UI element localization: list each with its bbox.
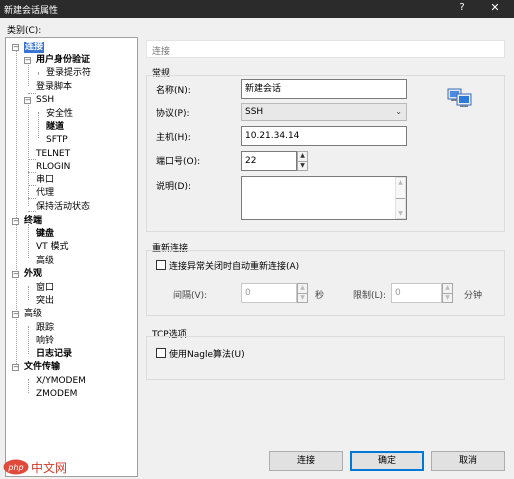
tree-expander-icon[interactable]: − bbox=[24, 97, 31, 104]
spin-up-icon[interactable]: ▲ bbox=[298, 284, 307, 293]
help-button[interactable]: ? bbox=[452, 2, 472, 13]
chevron-down-icon: ⌄ bbox=[395, 107, 402, 116]
tree-item-terminal-advanced[interactable]: 高级 bbox=[36, 256, 54, 267]
nagle-label: 使用Nagle算法(U) bbox=[169, 350, 245, 360]
spin-up-icon[interactable]: ▲ bbox=[298, 152, 307, 161]
tree-item-keepalive[interactable]: 保持活动状态 bbox=[36, 202, 90, 213]
tree-item-vt-mode[interactable]: VT 模式 bbox=[36, 242, 69, 253]
port-spinner[interactable]: ▲ ▼ bbox=[297, 151, 308, 171]
description-textarea[interactable] bbox=[241, 176, 407, 220]
tree-item-user-auth[interactable]: 用户身份验证 bbox=[36, 55, 90, 66]
cancel-button[interactable]: 取消 bbox=[431, 451, 505, 471]
host-input[interactable]: 10.21.34.14 bbox=[241, 126, 407, 146]
tree-item-highlight[interactable]: 突出 bbox=[36, 296, 54, 307]
tree-item-telnet[interactable]: TELNET bbox=[36, 149, 70, 160]
tree-item-window[interactable]: 窗口 bbox=[36, 283, 54, 294]
scroll-up-icon[interactable]: ▲ bbox=[396, 178, 405, 198]
auto-reconnect-label: 连接异常关闭时自动重新连接(A) bbox=[169, 262, 300, 272]
description-label: 说明(D): bbox=[156, 182, 191, 192]
php-logo-text: php bbox=[7, 463, 23, 472]
scroll-down-icon[interactable]: ▼ bbox=[396, 198, 405, 218]
tree-expander-icon[interactable]: − bbox=[12, 44, 19, 51]
connect-button[interactable]: 连接 bbox=[269, 451, 343, 471]
tree-item-serial[interactable]: 串口 bbox=[36, 175, 54, 186]
auto-reconnect-checkbox[interactable] bbox=[156, 260, 166, 270]
description-scrollbar[interactable]: ▲ ▼ bbox=[395, 177, 406, 219]
tree-item-connection[interactable]: 连接 bbox=[24, 42, 45, 53]
tree-item-advanced[interactable]: 高级 bbox=[24, 309, 42, 320]
limit-spinner[interactable]: ▲ ▼ bbox=[442, 283, 453, 303]
ok-button[interactable]: 确定 bbox=[350, 451, 424, 471]
interval-spinner[interactable]: ▲ ▼ bbox=[297, 283, 308, 303]
protocol-label: 协议(P): bbox=[156, 109, 190, 119]
section-header: 连接 bbox=[146, 40, 505, 58]
limit-input[interactable]: 0 bbox=[391, 283, 442, 303]
network-computers-icon bbox=[447, 88, 472, 107]
tree-item-appearance[interactable]: 外观 bbox=[24, 269, 42, 280]
host-label: 主机(H): bbox=[156, 133, 191, 143]
interval-label: 间隔(V): bbox=[173, 291, 208, 301]
tree-item-logging[interactable]: 日志记录 bbox=[36, 349, 72, 360]
port-input[interactable]: 22 bbox=[241, 151, 297, 171]
protocol-select[interactable]: SSH ⌄ bbox=[241, 103, 407, 121]
tree-item-security[interactable]: 安全性 bbox=[46, 109, 73, 120]
tree-item-trace[interactable]: 跟踪 bbox=[36, 323, 54, 334]
interval-input[interactable]: 0 bbox=[241, 283, 297, 303]
tree-item-login-prompt[interactable]: 登录提示符 bbox=[46, 68, 91, 79]
port-label: 端口号(O): bbox=[156, 157, 201, 167]
tree-item-xymodem[interactable]: X/YMODEM bbox=[36, 376, 86, 387]
spin-up-icon[interactable]: ▲ bbox=[443, 284, 452, 293]
tree-expander-icon[interactable]: − bbox=[12, 311, 19, 318]
tree-item-login-script[interactable]: 登录脚本 bbox=[36, 82, 72, 93]
limit-label: 限制(L): bbox=[353, 291, 387, 301]
tree-item-rlogin[interactable]: RLOGIN bbox=[36, 162, 70, 173]
tree-item-terminal[interactable]: 终端 bbox=[24, 216, 42, 227]
name-label: 名称(N): bbox=[156, 86, 191, 96]
spin-down-icon[interactable]: ▼ bbox=[443, 293, 452, 302]
tree-item-tunnel[interactable]: 隧道 bbox=[46, 122, 64, 133]
category-label: 类别(C): bbox=[7, 26, 42, 36]
section-header-title: 连接 bbox=[152, 47, 171, 57]
limit-unit: 分钟 bbox=[464, 291, 483, 301]
tree-item-sftp[interactable]: SFTP bbox=[46, 135, 68, 146]
tree-expander-icon[interactable]: − bbox=[12, 364, 19, 371]
tree-item-bell[interactable]: 响铃 bbox=[36, 336, 54, 347]
interval-unit: 秒 bbox=[315, 291, 325, 301]
watermark-text: 中文网 bbox=[31, 461, 68, 475]
tree-expander-icon[interactable]: − bbox=[24, 57, 31, 64]
name-input[interactable]: 新建会话 bbox=[241, 79, 407, 99]
tree-expander-icon[interactable]: − bbox=[12, 218, 19, 225]
window-title: 新建会话属性 bbox=[4, 6, 59, 16]
title-bar: 新建会话属性 ? ✕ bbox=[0, 0, 514, 18]
tree-item-ssh[interactable]: SSH bbox=[36, 95, 54, 106]
close-button[interactable]: ✕ bbox=[484, 1, 506, 14]
php-logo-icon: php bbox=[3, 459, 29, 475]
spin-down-icon[interactable]: ▼ bbox=[298, 161, 307, 170]
tree-item-keyboard[interactable]: 键盘 bbox=[36, 229, 54, 240]
tree-item-proxy[interactable]: 代理 bbox=[36, 188, 54, 199]
protocol-value: SSH bbox=[245, 107, 264, 117]
nagle-checkbox[interactable] bbox=[156, 348, 166, 358]
tree-item-zmodem[interactable]: ZMODEM bbox=[36, 389, 77, 400]
category-tree[interactable]: − 连接 − 用户身份验证 登录提示符 登录脚本 − SSH 安全性 隧道 SF… bbox=[5, 37, 138, 477]
tree-item-file-transfer[interactable]: 文件传输 bbox=[24, 362, 60, 373]
spin-down-icon[interactable]: ▼ bbox=[298, 293, 307, 302]
tree-expander-icon[interactable]: − bbox=[12, 271, 19, 278]
